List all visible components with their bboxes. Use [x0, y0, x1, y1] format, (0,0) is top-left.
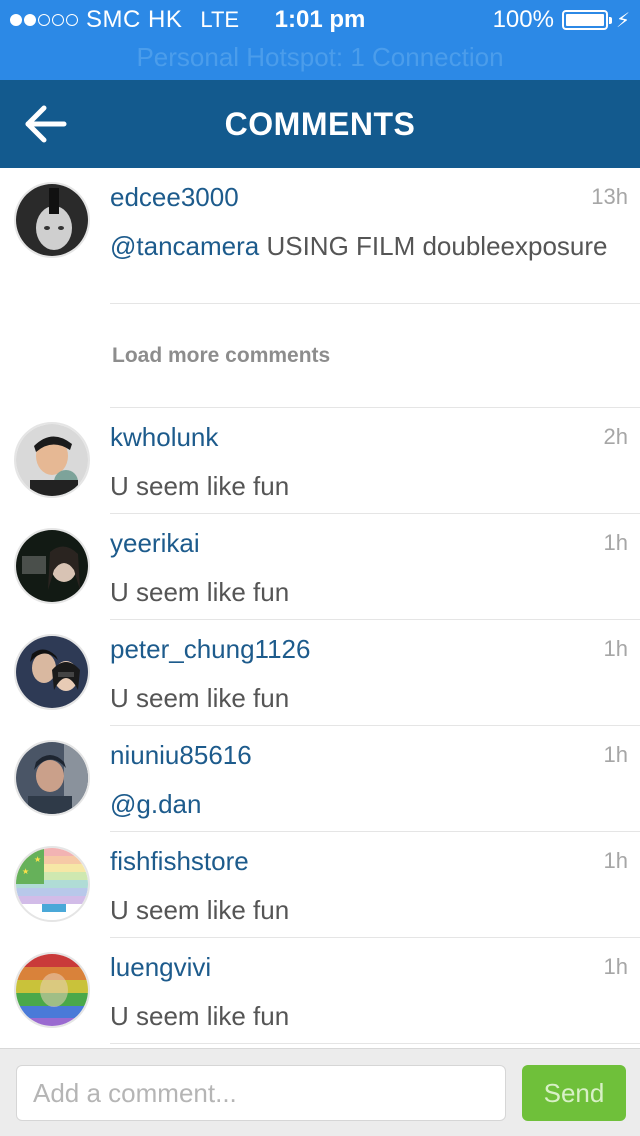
- comment-text: @tancamera USING FILM doubleexposure: [110, 230, 610, 262]
- load-more-row: Load more comments: [0, 304, 640, 408]
- comment-text: @g.dan: [110, 788, 610, 820]
- comment-mention[interactable]: @g.dan: [110, 789, 201, 819]
- comment-time: 1h: [603, 954, 628, 979]
- comment-text: U seem like fun: [110, 576, 610, 608]
- battery-icon: [561, 10, 612, 30]
- avatar[interactable]: [14, 740, 90, 816]
- comment-body: U seem like fun: [110, 1001, 290, 1031]
- comment-time: 1h: [603, 742, 628, 767]
- comment-item: yeerikai 1h U seem like fun: [0, 514, 640, 620]
- comment-text: U seem like fun: [110, 894, 610, 926]
- svg-text:★: ★: [22, 867, 29, 876]
- avatar[interactable]: ★ ★: [14, 846, 90, 922]
- comment-time: 2h: [603, 424, 628, 449]
- nav-bar: COMMENTS: [0, 80, 640, 168]
- comment-text: U seem like fun: [110, 470, 610, 502]
- avatar[interactable]: [14, 634, 90, 710]
- load-more-button[interactable]: Load more comments: [112, 344, 330, 368]
- comment-username[interactable]: peter_chung1126: [110, 634, 310, 665]
- comment-username[interactable]: niuniu85616: [110, 740, 252, 771]
- comment-mention[interactable]: @tancamera: [110, 231, 259, 261]
- comment-time: 1h: [603, 848, 628, 873]
- svg-text:★: ★: [34, 855, 41, 864]
- comment-text: U seem like fun: [110, 1000, 610, 1032]
- comment-item: peter_chung1126 1h U seem like fun: [0, 620, 640, 726]
- comment-username[interactable]: luengvivi: [110, 952, 211, 983]
- page-title: COMMENTS: [224, 106, 416, 142]
- divider: [110, 1043, 640, 1044]
- comment-item: niuniu85616 1h @g.dan: [0, 726, 640, 832]
- avatar[interactable]: [14, 182, 90, 258]
- comment-username[interactable]: edcee3000: [110, 182, 239, 213]
- comment-item: luengvivi 1h U seem like fun: [0, 938, 640, 1044]
- comment-username[interactable]: yeerikai: [110, 528, 200, 559]
- comment-time: 1h: [603, 636, 628, 661]
- comment-item: ★ ★ fishfishstore 1h U seem like fun: [0, 832, 640, 938]
- comment-body: U seem like fun: [110, 895, 290, 925]
- hotspot-banner[interactable]: Personal Hotspot: 1 Connection: [0, 42, 640, 73]
- comment-time: 13h: [591, 184, 628, 209]
- comment-item: edcee3000 13h @tancamera USING FILM doub…: [0, 168, 640, 304]
- comment-item: kwholunk 2h U seem like fun: [0, 408, 640, 514]
- battery-percent: 100%: [492, 6, 554, 33]
- avatar[interactable]: [14, 422, 90, 498]
- comment-body: U seem like fun: [110, 683, 290, 713]
- comment-body: U seem like fun: [110, 471, 290, 501]
- comments-list[interactable]: edcee3000 13h @tancamera USING FILM doub…: [0, 168, 640, 1044]
- avatar[interactable]: [14, 528, 90, 604]
- comment-input[interactable]: [16, 1065, 506, 1121]
- avatar[interactable]: [14, 952, 90, 1028]
- status-bar: SMC HK LTE 1:01 pm 100% ⚡ Personal Hotsp…: [0, 0, 640, 80]
- comment-body: U seem like fun: [110, 577, 290, 607]
- comment-username[interactable]: fishfishstore: [110, 846, 249, 877]
- comment-username[interactable]: kwholunk: [110, 422, 218, 453]
- send-button[interactable]: Send: [522, 1065, 626, 1121]
- charging-bolt-icon: ⚡: [615, 9, 630, 32]
- comment-time: 1h: [603, 530, 628, 555]
- comment-text: U seem like fun: [110, 682, 610, 714]
- comment-composer: Send: [0, 1048, 640, 1136]
- comment-body: USING FILM doubleexposure: [259, 231, 608, 261]
